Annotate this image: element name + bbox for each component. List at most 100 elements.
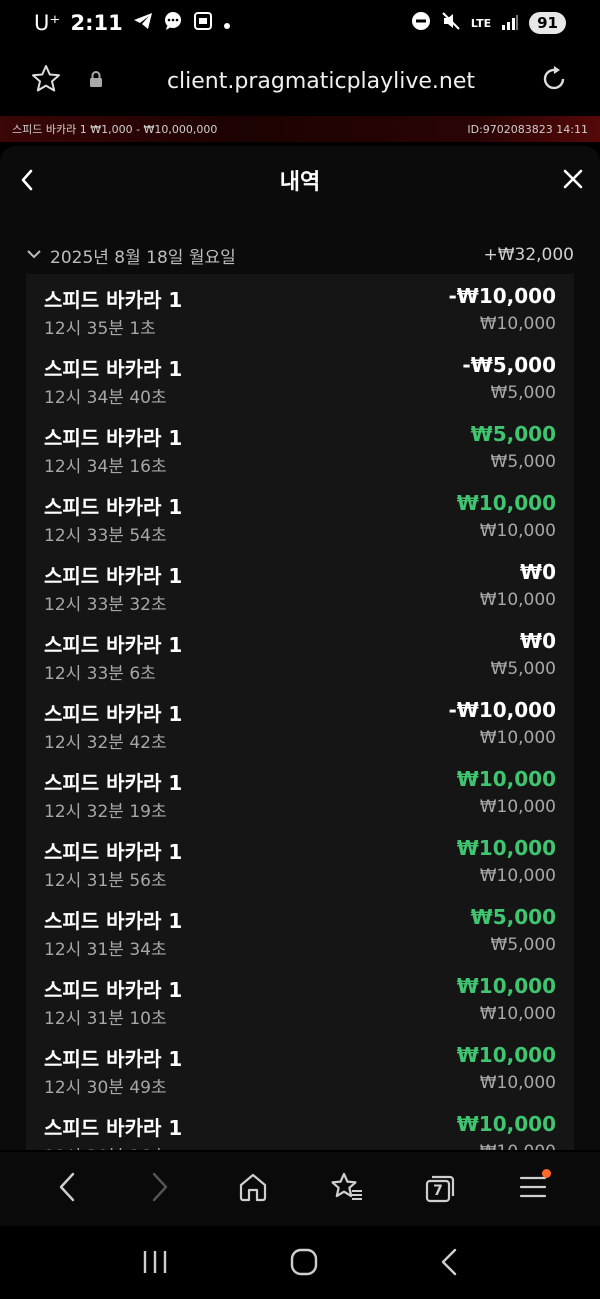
history-item-game: 스피드 바카라 1 — [44, 1047, 183, 1071]
history-item-bet: ₩10,000 — [479, 1004, 556, 1024]
reload-icon[interactable] — [538, 63, 570, 99]
telegram-icon — [133, 11, 153, 35]
back-icon[interactable] — [18, 168, 36, 196]
history-item-game: 스피드 바카라 1 — [44, 426, 183, 450]
lock-icon — [88, 70, 104, 92]
history-item-result: -₩10,000 — [448, 698, 556, 722]
history-item-game: 스피드 바카라 1 — [44, 978, 183, 1002]
notification-dot-icon — [223, 11, 231, 35]
browser-forward-button[interactable] — [138, 1167, 182, 1211]
history-item-result: -₩5,000 — [462, 353, 556, 377]
history-item-result: -₩10,000 — [448, 284, 556, 308]
history-item[interactable]: 스피드 바카라 1 12시 30분 26초 ₩10,000 ₩10,000 — [26, 1102, 574, 1150]
status-bar: U⁺ 2:11 LTE 91 — [0, 0, 600, 46]
panel-title: 내역 — [279, 170, 321, 195]
history-item-time: 12시 30분 26초 — [44, 1142, 167, 1150]
bookmarks-star-icon — [330, 1171, 364, 1207]
history-item-result: ₩0 — [520, 560, 556, 584]
dnd-icon — [411, 11, 431, 36]
history-item-result: ₩10,000 — [456, 767, 556, 791]
history-item-bet: ₩5,000 — [490, 659, 556, 679]
url-text[interactable]: client.pragmaticplaylive.net — [104, 69, 538, 94]
history-item-bet: ₩10,000 — [479, 314, 556, 334]
history-item[interactable]: 스피드 바카라 1 12시 33분 6초 ₩0 ₩5,000 — [26, 619, 574, 688]
history-item-time: 12시 31분 56초 — [44, 871, 167, 891]
history-item[interactable]: 스피드 바카라 1 12시 34분 16초 ₩5,000 ₩5,000 — [26, 412, 574, 481]
history-item-game: 스피드 바카라 1 — [44, 564, 183, 588]
history-item[interactable]: 스피드 바카라 1 12시 31분 56초 ₩10,000 ₩10,000 — [26, 826, 574, 895]
mute-icon — [441, 11, 461, 36]
history-item-time: 12시 34분 16초 — [44, 457, 167, 477]
signal-icon — [501, 11, 519, 35]
history-item-game: 스피드 바카라 1 — [44, 357, 183, 381]
chat-icon — [163, 11, 183, 36]
history-item-game: 스피드 바카라 1 — [44, 771, 183, 795]
history-item-bet: ₩5,000 — [490, 383, 556, 403]
history-item-game: 스피드 바카라 1 — [44, 1116, 183, 1140]
home-button[interactable] — [231, 1167, 275, 1211]
history-item[interactable]: 스피드 바카라 1 12시 34분 40초 -₩5,000 ₩5,000 — [26, 343, 574, 412]
history-item[interactable]: 스피드 바카라 1 12시 35분 1초 -₩10,000 ₩10,000 — [26, 274, 574, 343]
history-item-time: 12시 30분 49초 — [44, 1078, 167, 1098]
screenshot-icon — [193, 11, 213, 36]
history-item-result: ₩10,000 — [456, 836, 556, 860]
history-item-bet: ₩5,000 — [490, 452, 556, 472]
bookmarks-button[interactable] — [325, 1167, 369, 1211]
history-item-time: 12시 35분 1초 — [44, 319, 156, 339]
history-item-time: 12시 33분 6초 — [44, 664, 156, 684]
history-item-time: 12시 33분 54초 — [44, 526, 167, 546]
status-time: 2:11 — [70, 11, 123, 35]
network-label: LTE — [470, 16, 492, 30]
history-item-bet: ₩5,000 — [490, 935, 556, 955]
history-item-bet: ₩10,000 — [479, 590, 556, 610]
tabs-button[interactable]: 7 — [418, 1167, 462, 1211]
history-item[interactable]: 스피드 바카라 1 12시 31분 10초 ₩10,000 ₩10,000 — [26, 964, 574, 1033]
history-item[interactable]: 스피드 바카라 1 12시 32분 19초 ₩10,000 ₩10,000 — [26, 757, 574, 826]
history-item[interactable]: 스피드 바카라 1 12시 32분 42초 -₩10,000 ₩10,000 — [26, 688, 574, 757]
history-list[interactable]: 스피드 바카라 1 12시 35분 1초 -₩10,000 ₩10,000 스피드 바카… — [26, 274, 574, 1150]
close-icon[interactable] — [562, 168, 584, 194]
history-item-bet: ₩10,000 — [479, 797, 556, 817]
bookmark-star-icon[interactable] — [30, 63, 62, 99]
history-item[interactable]: 스피드 바카라 1 12시 31분 34초 ₩5,000 ₩5,000 — [26, 895, 574, 964]
history-item-game: 스피드 바카라 1 — [44, 909, 183, 933]
carrier-label: U⁺ — [34, 11, 61, 35]
tabs-icon: 7 — [424, 1174, 456, 1204]
game-table-info: 스피드 바카라 1 ₩1,000 - ₩10,000,000 — [12, 123, 218, 136]
history-item[interactable]: 스피드 바카라 1 12시 33분 54초 ₩10,000 ₩10,000 — [26, 481, 574, 550]
menu-button[interactable] — [511, 1167, 555, 1211]
system-back-icon[interactable] — [438, 1247, 460, 1281]
chevron-down-icon — [26, 245, 42, 265]
history-item-game: 스피드 바카라 1 — [44, 633, 183, 657]
history-item-game: 스피드 바카라 1 — [44, 702, 183, 726]
browser-back-button[interactable] — [45, 1167, 89, 1211]
system-home-icon[interactable] — [289, 1247, 319, 1281]
menu-notification-dot — [542, 1169, 552, 1178]
history-item-result: ₩10,000 — [456, 1043, 556, 1067]
history-item-time: 12시 32분 19초 — [44, 802, 167, 822]
history-item-result: ₩10,000 — [456, 1112, 556, 1136]
date-group-header[interactable]: 2025년 8월 18일 월요일 +₩32,000 — [0, 236, 600, 274]
history-item-bet: ₩10,000 — [479, 728, 556, 748]
browser-bottom-nav: 7 — [0, 1152, 600, 1226]
recent-apps-icon[interactable] — [140, 1248, 170, 1280]
history-item-time: 12시 31분 34초 — [44, 940, 167, 960]
tab-count: 7 — [433, 1183, 443, 1199]
history-item-bet: ₩10,000 — [479, 521, 556, 541]
history-item[interactable]: 스피드 바카라 1 12시 33분 32초 ₩0 ₩10,000 — [26, 550, 574, 619]
history-item-result: ₩5,000 — [470, 905, 556, 929]
history-panel: 내역 2025년 8월 18일 월요일 +₩32,000 스피드 바카라 1 12… — [0, 146, 600, 1150]
history-item-result: ₩0 — [520, 629, 556, 653]
history-item-time: 12시 32분 42초 — [44, 733, 167, 753]
game-round-id: ID:9702083823 14:11 — [467, 122, 588, 136]
history-item[interactable]: 스피드 바카라 1 12시 30분 49초 ₩10,000 ₩10,000 — [26, 1033, 574, 1102]
url-bar: client.pragmaticplaylive.net — [0, 48, 600, 114]
history-item-game: 스피드 바카라 1 — [44, 840, 183, 864]
history-item-time: 12시 34분 40초 — [44, 388, 167, 408]
date-label: 2025년 8월 18일 월요일 — [50, 247, 236, 268]
hamburger-menu-icon — [519, 1175, 547, 1203]
history-item-time: 12시 33분 32초 — [44, 595, 167, 615]
history-item-bet: ₩10,000 — [480, 1142, 556, 1150]
battery-level: 91 — [529, 12, 566, 34]
history-item-bet: ₩10,000 — [479, 866, 556, 886]
